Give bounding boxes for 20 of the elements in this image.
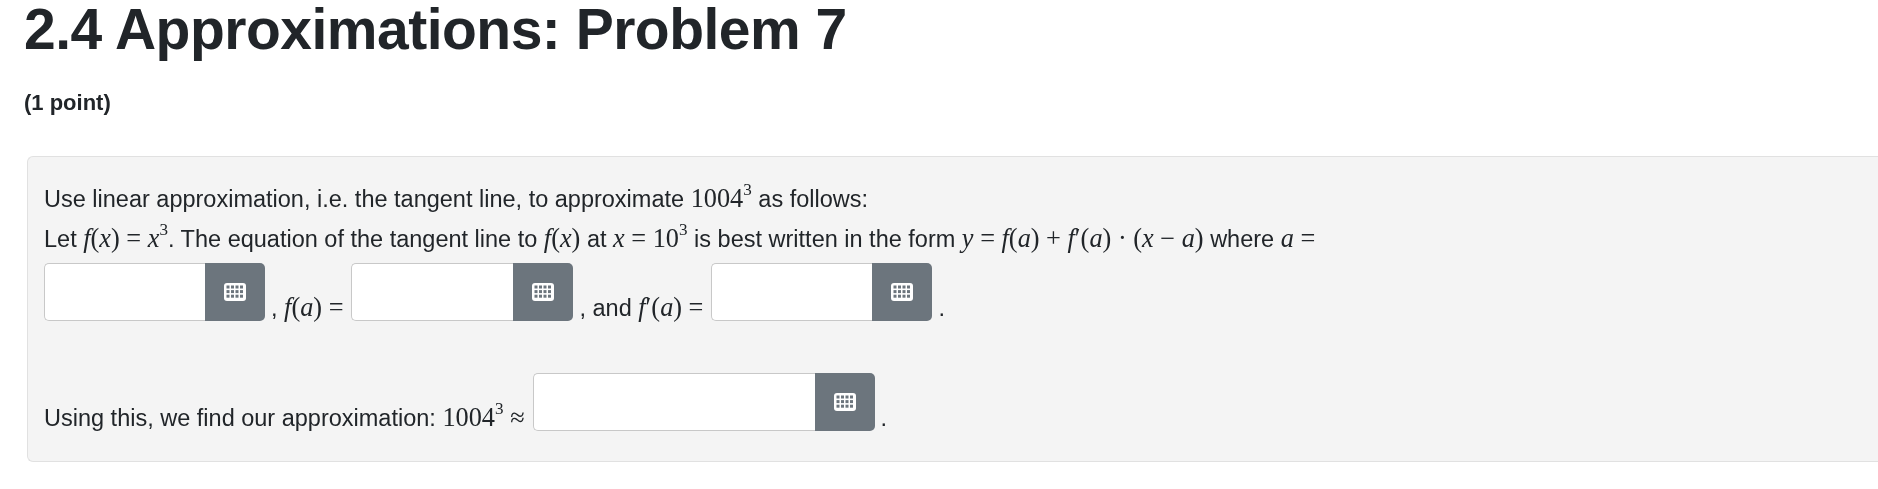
answer-field[interactable] (532, 373, 815, 431)
problem-text: Let f(x) = x$^{3}$. The equation of the tangent line to f(x) at x = 10$^{3}$ is best written in the form y = f(a) + f′(a) · (x − a) where a = (44, 219, 1317, 255)
problem-text: Using this, we find our approximation: 1004$^{3}$ ≈ (44, 403, 525, 433)
answer-field[interactable] (711, 263, 873, 321)
grid-icon (891, 283, 914, 301)
equation-editor-button[interactable] (872, 263, 933, 321)
equation-editor-button[interactable] (814, 373, 875, 431)
answer-field[interactable] (351, 263, 514, 321)
grid-icon (532, 283, 555, 301)
problem-text: . (880, 404, 888, 433)
grid-icon (224, 283, 246, 301)
points-label: (1 point) (24, 90, 111, 116)
problem-text: , and f′(a) = (579, 293, 704, 323)
equation-editor-button[interactable] (205, 263, 265, 321)
answer-field[interactable] (44, 263, 205, 321)
problem-text: . (938, 294, 945, 323)
grid-icon (833, 393, 856, 411)
problem-text: Use linear approximation, i.e. the tangent line, to approximate 1004$^{3}$ as follows: (44, 179, 870, 215)
equation-editor-button[interactable] (513, 263, 574, 321)
problem-text: , f(a) = (271, 293, 344, 323)
